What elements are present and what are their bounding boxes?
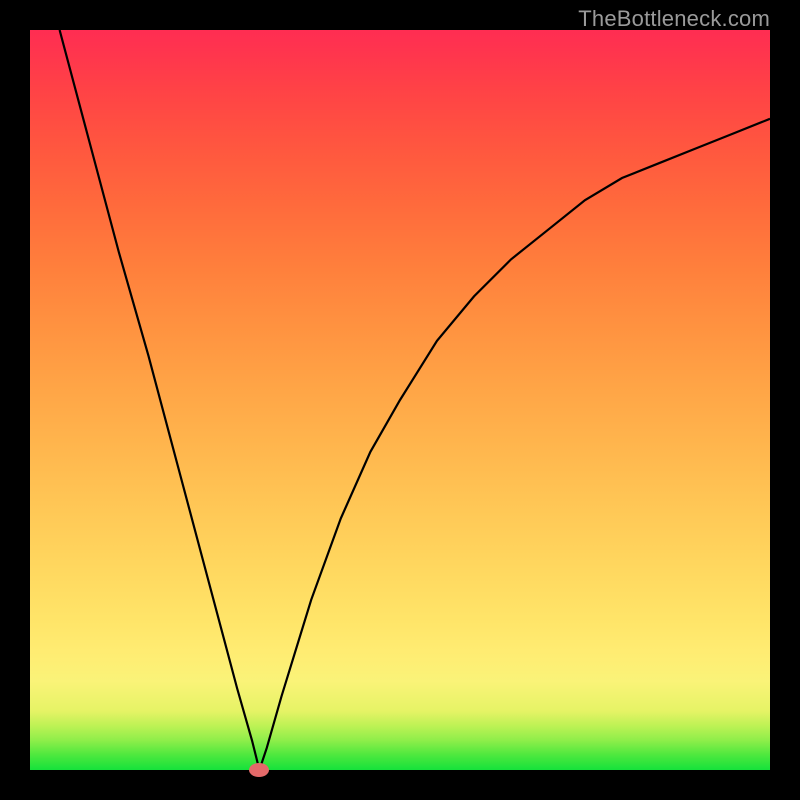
optimal-point-marker bbox=[249, 763, 269, 777]
watermark-text: TheBottleneck.com bbox=[578, 6, 770, 32]
bottleneck-curve bbox=[30, 30, 770, 770]
